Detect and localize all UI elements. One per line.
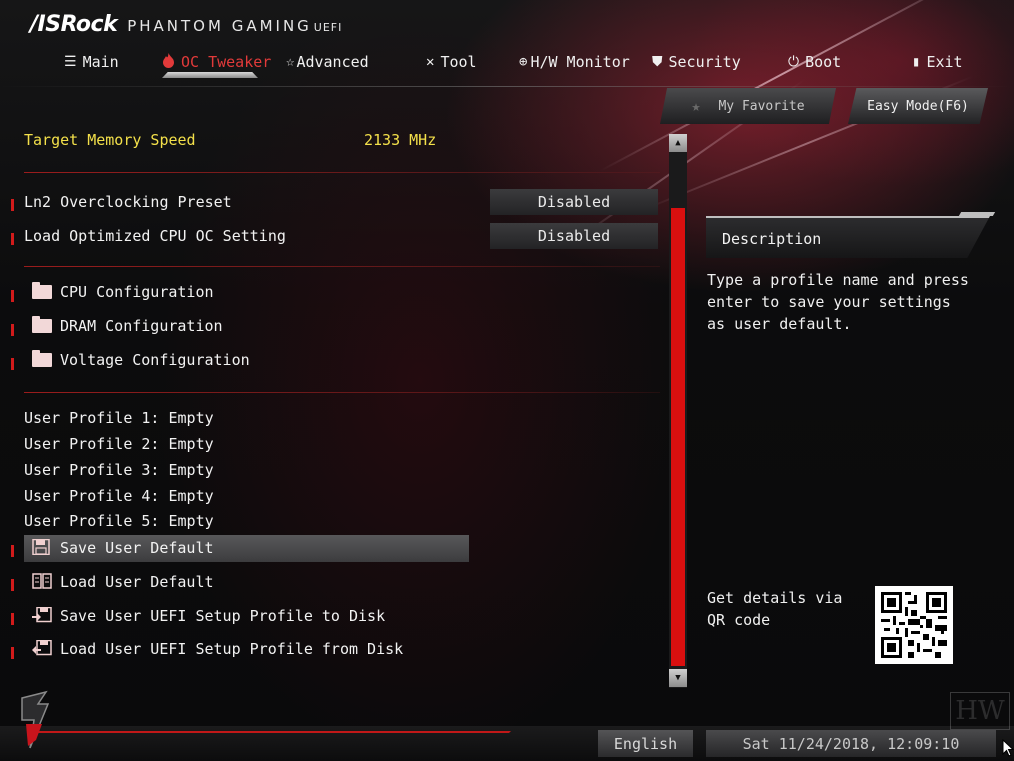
- easy-mode-button[interactable]: Easy Mode(F6): [848, 88, 988, 124]
- description-text: Type a profile name and press enter to s…: [707, 271, 969, 333]
- load-user-default[interactable]: Load User Default: [32, 573, 214, 591]
- submenu-dram-configuration[interactable]: DRAM Configuration: [32, 316, 223, 335]
- language-selector[interactable]: English: [598, 730, 693, 757]
- tab-label: Security: [668, 53, 741, 71]
- scroll-up-button[interactable]: ▲: [669, 134, 687, 152]
- scroll-down-button[interactable]: ▼: [669, 669, 687, 687]
- scrollbar-thumb[interactable]: [671, 208, 685, 666]
- item-marker: [11, 545, 14, 557]
- tab-exit[interactable]: ▮ Exit: [912, 50, 963, 74]
- submenu-label: DRAM Configuration: [60, 317, 223, 335]
- easy-mode-label: Easy Mode(F6): [867, 98, 969, 114]
- tab-oc-tweaker[interactable]: OC Tweaker: [162, 50, 271, 74]
- action-label: Load User Default: [60, 573, 214, 591]
- target-memory-label: Target Memory Speed: [24, 131, 196, 149]
- tab-label: OC Tweaker: [181, 53, 272, 71]
- tab-label: H/W Monitor: [530, 53, 630, 71]
- star-icon: ☆: [286, 54, 295, 70]
- qr-code: [875, 586, 953, 664]
- floppy-icon: [32, 539, 50, 555]
- shield-icon: ⛊: [652, 54, 663, 70]
- power-icon: ⏻: [788, 54, 800, 70]
- load-cpu-oc-label[interactable]: Load Optimized CPU OC Setting: [24, 227, 286, 245]
- submenu-label: CPU Configuration: [60, 283, 214, 301]
- section-divider: [24, 172, 660, 173]
- mouse-cursor: [1002, 738, 1014, 761]
- my-favorite-button[interactable]: ★ My Favorite: [660, 88, 836, 124]
- brand-logo: /ISRock PHANTOM GAMING UEFI: [30, 12, 342, 37]
- user-profile-5[interactable]: User Profile 5: Empty: [24, 512, 214, 530]
- action-label: Save User UEFI Setup Profile to Disk: [60, 607, 386, 625]
- load-cpu-oc-dropdown[interactable]: Disabled: [490, 223, 658, 249]
- user-profile-2[interactable]: User Profile 2: Empty: [24, 435, 214, 453]
- item-marker: [11, 290, 14, 302]
- item-marker: [11, 324, 14, 336]
- brand-name: /ISRock: [30, 12, 118, 37]
- item-marker: [11, 613, 14, 625]
- save-disk-icon: [32, 607, 52, 623]
- list-icon: ☰: [64, 54, 77, 70]
- save-user-default[interactable]: Save User Default: [32, 539, 214, 557]
- folder-icon: [32, 282, 52, 299]
- action-label: Save User Default: [60, 539, 214, 557]
- crosshair-icon: ⊕: [519, 54, 528, 70]
- tab-tool[interactable]: ✕ Tool: [426, 50, 477, 74]
- item-marker: [11, 199, 14, 211]
- header-divider: [0, 86, 1014, 87]
- tab-label: Advanced: [296, 53, 369, 71]
- description-title: Description: [722, 230, 822, 248]
- tab-hw-monitor[interactable]: ⊕ H/W Monitor: [519, 50, 630, 74]
- brand-uefi: UEFI: [313, 21, 343, 34]
- qr-code-icon: [875, 586, 953, 664]
- action-label: Load User UEFI Setup Profile from Disk: [60, 640, 404, 658]
- phantom-gaming-icon: [21, 690, 50, 749]
- tab-boot[interactable]: ⏻ Boot: [788, 50, 841, 74]
- save-profile-to-disk[interactable]: Save User UEFI Setup Profile to Disk: [32, 607, 385, 625]
- watermark: HW: [950, 692, 1010, 730]
- tab-label: Boot: [805, 53, 842, 71]
- target-memory-value: 2133 MHz: [364, 131, 437, 149]
- footer-accent-line: [29, 731, 511, 733]
- user-profile-4[interactable]: User Profile 4: Empty: [24, 487, 214, 505]
- tools-icon: ✕: [426, 54, 435, 70]
- submenu-label: Voltage Configuration: [60, 351, 250, 369]
- folder-icon: [32, 316, 52, 333]
- book-icon: [32, 573, 52, 589]
- item-marker: [11, 233, 14, 245]
- item-marker: [11, 358, 14, 370]
- ln2-preset-label[interactable]: Ln2 Overclocking Preset: [24, 193, 232, 211]
- qr-hint-text: Get details via QR code: [707, 589, 843, 629]
- cursor-icon: [1002, 738, 1014, 757]
- load-disk-icon: [32, 640, 52, 656]
- folder-icon: [32, 350, 52, 367]
- phantom-gaming-logo: [8, 690, 60, 754]
- my-favorite-label: My Favorite: [718, 98, 805, 114]
- main-nav: ☰ Main OC Tweaker ☆ Advanced ✕ Tool ⊕ H/…: [0, 50, 1014, 80]
- item-marker: [11, 579, 14, 591]
- tab-label: Tool: [440, 53, 477, 71]
- tab-label: Exit: [926, 53, 963, 71]
- section-divider: [24, 266, 660, 267]
- tab-advanced[interactable]: ☆ Advanced: [286, 50, 369, 74]
- user-profile-1[interactable]: User Profile 1: Empty: [24, 409, 214, 427]
- flame-icon: [162, 52, 175, 72]
- tab-main[interactable]: ☰ Main: [64, 50, 119, 74]
- user-profile-3[interactable]: User Profile 3: Empty: [24, 461, 214, 479]
- submenu-voltage-configuration[interactable]: Voltage Configuration: [32, 350, 250, 369]
- submenu-cpu-configuration[interactable]: CPU Configuration: [32, 282, 214, 301]
- tab-label: Main: [82, 53, 119, 71]
- load-profile-from-disk[interactable]: Load User UEFI Setup Profile from Disk: [32, 640, 403, 658]
- exit-icon: ▮: [912, 54, 921, 70]
- section-divider: [24, 392, 660, 393]
- description-header-edge: [958, 212, 996, 216]
- tab-security[interactable]: ⛊ Security: [652, 50, 741, 74]
- brand-subtitle: PHANTOM GAMING: [127, 17, 312, 35]
- item-marker: [11, 647, 14, 659]
- star-icon: ★: [691, 97, 701, 115]
- active-tab-indicator: [162, 72, 258, 78]
- ln2-preset-dropdown[interactable]: Disabled: [490, 189, 658, 215]
- datetime-display: Sat 11/24/2018, 12:09:10: [706, 730, 996, 757]
